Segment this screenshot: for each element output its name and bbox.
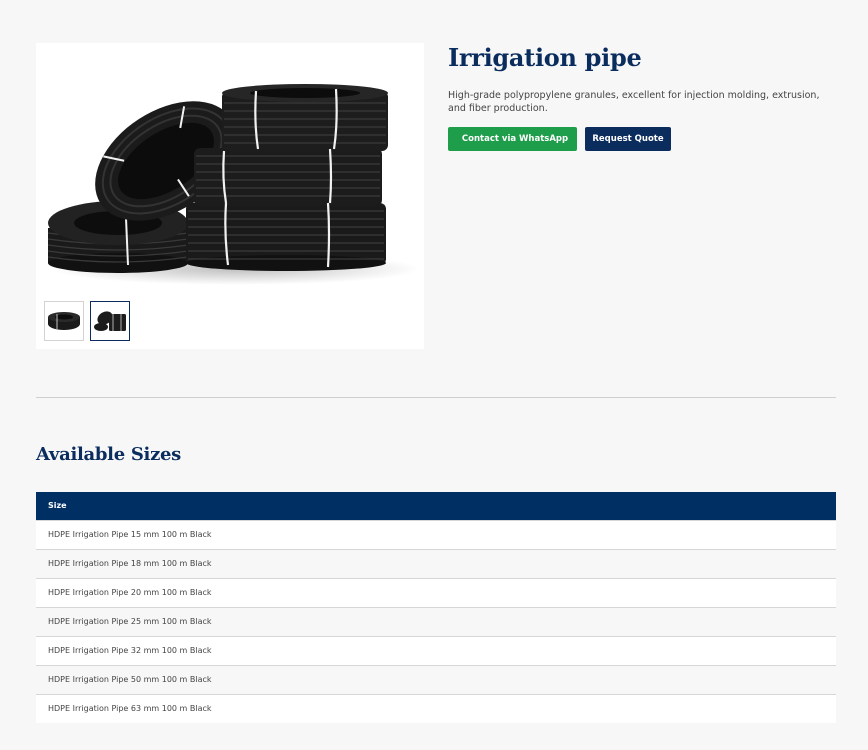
size-column-header: Size [36,492,836,520]
table-row: HDPE Irrigation Pipe 63 mm 100 m Black [36,693,836,723]
table-cell: HDPE Irrigation Pipe 32 mm 100 m Black [36,635,836,665]
pipe-stack-thumbnail-icon [94,311,126,331]
table-row: HDPE Irrigation Pipe 18 mm 100 m Black [36,548,836,578]
request-quote-button[interactable]: Request Quote [585,127,671,151]
pipe-coil-thumbnail-icon [48,312,80,330]
table-row: HDPE Irrigation Pipe 32 mm 100 m Black [36,635,836,665]
table-cell: HDPE Irrigation Pipe 63 mm 100 m Black [36,693,836,723]
available-sizes-heading: Available Sizes [36,444,181,465]
section-divider [36,397,836,398]
table-row: HDPE Irrigation Pipe 25 mm 100 m Black [36,606,836,636]
whatsapp-button-label: Contact via WhatsApp [461,134,569,144]
thumbnail-stack[interactable] [90,301,130,341]
table-cell: HDPE Irrigation Pipe 50 mm 100 m Black [36,664,836,694]
product-description: High-grade polypropylene granules, excel… [448,90,820,114]
table-cell: HDPE Irrigation Pipe 20 mm 100 m Black [36,577,836,607]
product-gallery [36,43,424,349]
contact-whatsapp-button[interactable]: Contact via WhatsApp [448,127,577,151]
table-row: HDPE Irrigation Pipe 15 mm 100 m Black [36,519,836,549]
table-row: HDPE Irrigation Pipe 50 mm 100 m Black [36,664,836,694]
table-header-row: Size [36,492,836,520]
product-main-image [47,84,421,285]
table-cell: HDPE Irrigation Pipe 25 mm 100 m Black [36,606,836,636]
product-title: Irrigation pipe [448,43,642,72]
product-info: Irrigation pipe High-grade polypropylene… [448,43,838,151]
table-cell: HDPE Irrigation Pipe 15 mm 100 m Black [36,519,836,549]
thumbnail-coil[interactable] [44,301,84,341]
sizes-table: Size HDPE Irrigation Pipe 15 mm 100 m Bl… [36,492,836,723]
table-row: HDPE Irrigation Pipe 20 mm 100 m Black [36,577,836,607]
table-cell: HDPE Irrigation Pipe 18 mm 100 m Black [36,548,836,578]
thumbnail-strip [44,301,130,341]
quote-button-label: Request Quote [592,134,664,144]
action-buttons: Contact via WhatsApp Request Quote [448,127,838,151]
